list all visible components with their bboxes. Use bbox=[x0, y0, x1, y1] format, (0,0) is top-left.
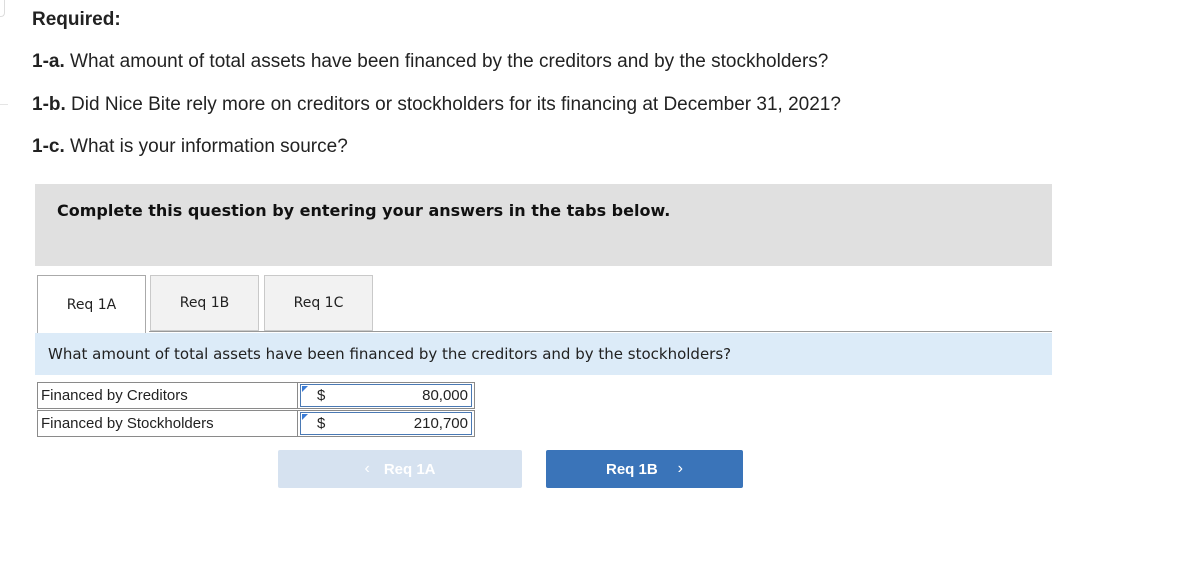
edge-decoration bbox=[0, 0, 5, 17]
chevron-left-icon: ‹ bbox=[364, 460, 370, 477]
amount-cell: $ 210,700 bbox=[297, 410, 475, 437]
question-number: 1-a. bbox=[32, 51, 65, 72]
question-text: Did Nice Bite rely more on creditors or … bbox=[65, 94, 841, 115]
input-flag-icon bbox=[302, 414, 308, 420]
amount-value: 80,000 bbox=[422, 387, 468, 404]
next-req-button[interactable]: Req 1B › bbox=[546, 450, 743, 488]
required-heading: Required: bbox=[32, 9, 121, 30]
question-prompt: What amount of total assets have been fi… bbox=[35, 333, 1052, 375]
tab-req-1b[interactable]: Req 1B bbox=[150, 275, 259, 331]
prev-req-button[interactable]: ‹ Req 1A bbox=[278, 450, 522, 488]
question-1a: 1-a. What amount of total assets have be… bbox=[32, 51, 828, 73]
question-1b: 1-b. Did Nice Bite rely more on creditor… bbox=[32, 94, 841, 116]
chevron-right-icon: › bbox=[677, 460, 683, 477]
instruction-text: Complete this question by entering your … bbox=[57, 201, 671, 220]
table-row: Financed by Creditors $ 80,000 bbox=[37, 382, 475, 409]
row-label: Financed by Stockholders bbox=[37, 410, 298, 437]
tab-req-1a[interactable]: Req 1A bbox=[37, 275, 146, 333]
stockholders-amount-input[interactable]: $ 210,700 bbox=[300, 412, 472, 435]
input-flag-icon bbox=[302, 386, 308, 392]
tab-req-1c[interactable]: Req 1C bbox=[264, 275, 373, 331]
creditors-amount-input[interactable]: $ 80,000 bbox=[300, 384, 472, 407]
next-button-label: Req 1B bbox=[605, 460, 658, 478]
prompt-text: What amount of total assets have been fi… bbox=[48, 345, 732, 363]
question-text: What amount of total assets have been fi… bbox=[64, 51, 829, 72]
table-row: Financed by Stockholders $ 210,700 bbox=[37, 410, 475, 437]
question-text: What is your information source? bbox=[64, 136, 348, 157]
amount-cell: $ 80,000 bbox=[297, 382, 475, 409]
prev-button-label: Req 1A bbox=[383, 460, 436, 478]
question-number: 1-c. bbox=[32, 136, 65, 157]
tab-divider bbox=[149, 331, 1052, 332]
currency-symbol: $ bbox=[317, 415, 326, 432]
edge-divider bbox=[0, 104, 8, 105]
question-number: 1-b. bbox=[32, 94, 66, 115]
row-label: Financed by Creditors bbox=[37, 382, 298, 409]
instruction-banner: Complete this question by entering your … bbox=[35, 184, 1052, 266]
currency-symbol: $ bbox=[317, 387, 326, 404]
question-1c: 1-c. What is your information source? bbox=[32, 136, 348, 158]
amount-value: 210,700 bbox=[413, 415, 468, 432]
